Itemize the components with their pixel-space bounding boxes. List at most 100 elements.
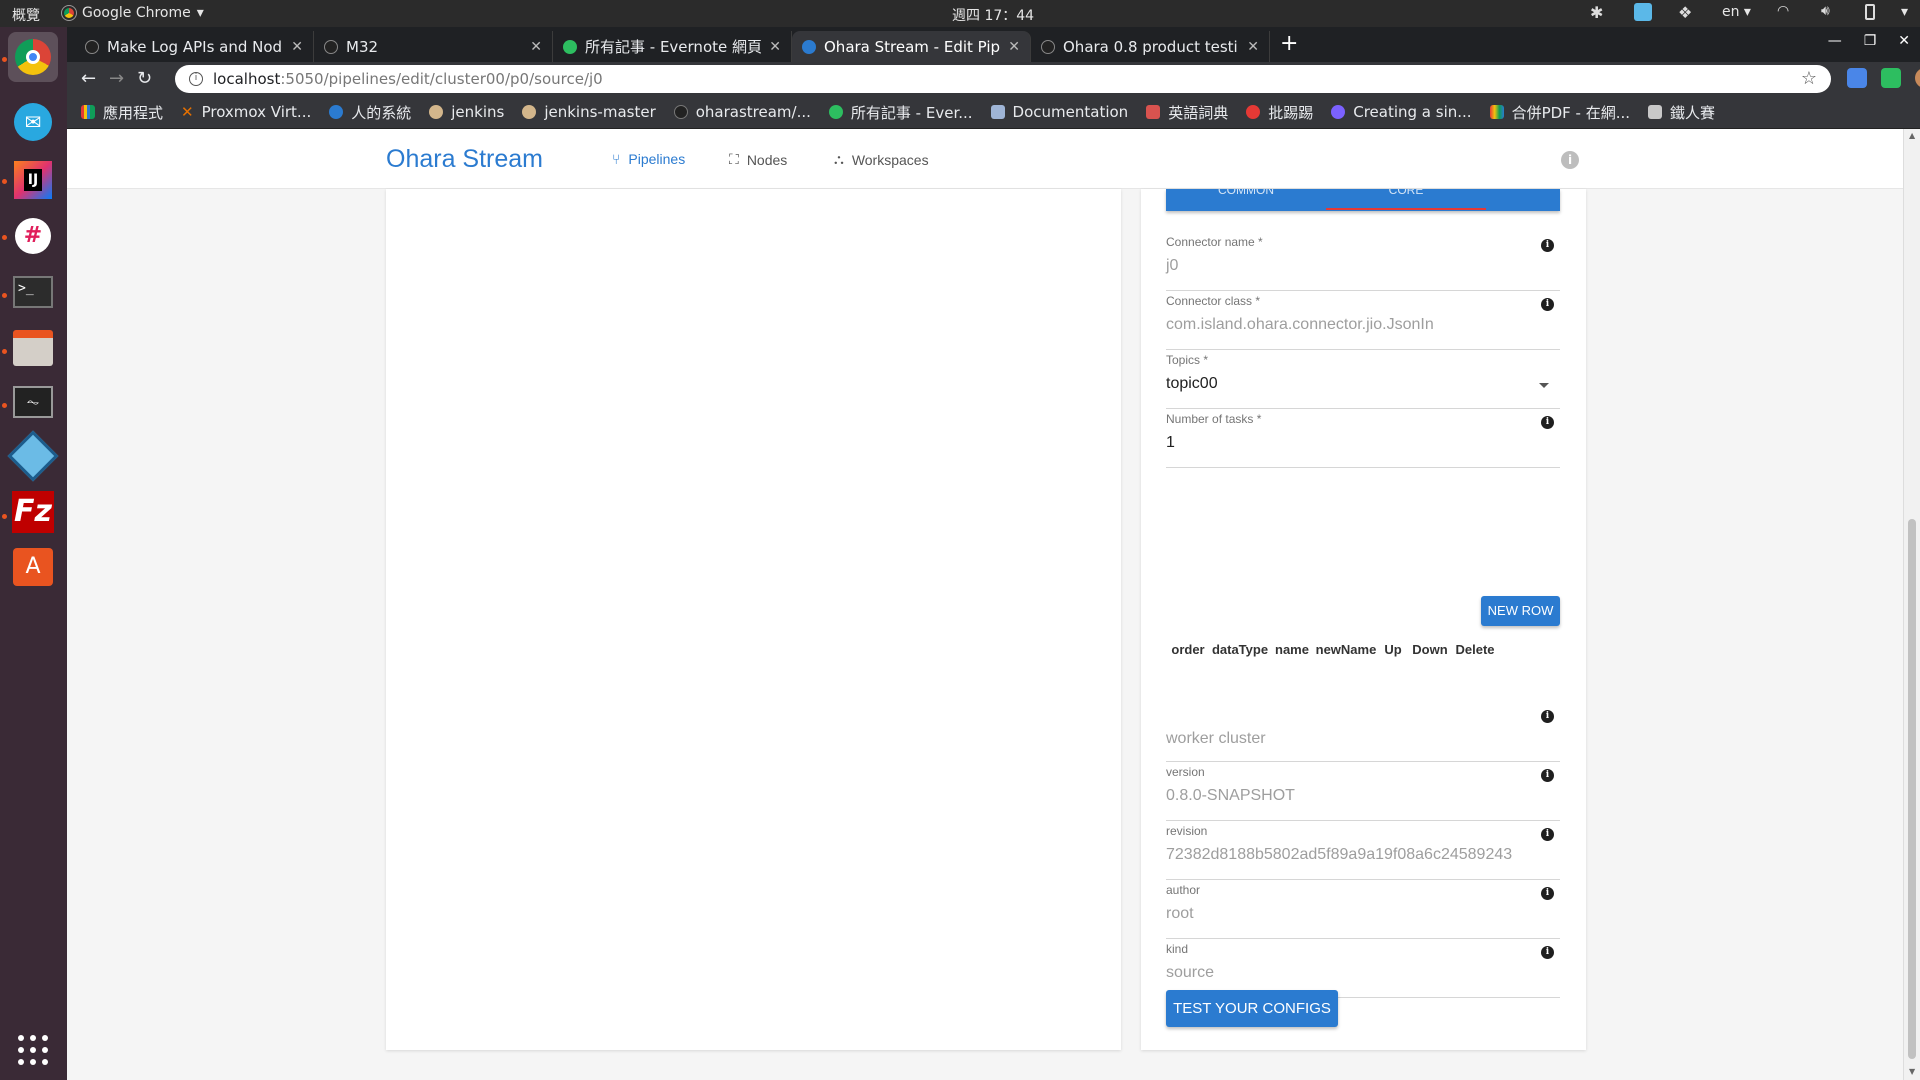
bookmark-item[interactable]: oharastream/... xyxy=(673,103,811,121)
dock-software-center[interactable]: A xyxy=(8,542,58,592)
profile-avatar[interactable] xyxy=(1915,68,1920,88)
test-configs-button[interactable]: TEST YOUR CONFIGS xyxy=(1166,990,1338,1027)
dropdown-caret-icon[interactable] xyxy=(1539,383,1549,388)
info-icon[interactable]: i xyxy=(1561,151,1579,169)
dock-chrome[interactable] xyxy=(8,32,58,82)
number-of-tasks-field[interactable]: Number of tasks * 1 i xyxy=(1166,412,1560,468)
tab-common[interactable]: COMMON xyxy=(1166,189,1326,197)
bookmark-item[interactable]: 英語詞典 xyxy=(1146,102,1228,123)
maximize-icon[interactable]: ❐ xyxy=(1864,33,1877,49)
field-value: topic00 xyxy=(1166,375,1218,392)
author-field[interactable]: author root i xyxy=(1166,883,1560,939)
wifi-icon[interactable]: ◠ xyxy=(1777,3,1795,21)
bookmark-item[interactable]: Documentation xyxy=(990,103,1128,121)
field-label: Connector name * xyxy=(1166,235,1263,249)
language-indicator[interactable]: en ▾ xyxy=(1722,4,1751,20)
dock-intellij[interactable]: IJ xyxy=(8,155,58,205)
info-icon[interactable]: i xyxy=(1541,946,1554,959)
dock-system-monitor[interactable]: ⏦ xyxy=(8,377,58,427)
version-field[interactable]: version 0.8.0-SNAPSHOT i xyxy=(1166,765,1560,821)
clock[interactable]: 週四 17：44 xyxy=(952,5,1034,25)
power-menu-icon[interactable]: ▾ xyxy=(1901,4,1908,20)
field-label: Number of tasks * xyxy=(1166,412,1262,426)
scroll-down-icon[interactable]: ▼ xyxy=(1909,1067,1915,1076)
close-icon[interactable]: ✕ xyxy=(1247,39,1259,55)
bookmark-item[interactable]: 人的系統 xyxy=(329,102,411,123)
nav-pipelines[interactable]: ⑂ Pipelines xyxy=(612,151,685,167)
info-icon[interactable]: i xyxy=(1541,239,1554,252)
info-icon[interactable]: i xyxy=(1541,828,1554,841)
running-indicator xyxy=(2,179,7,184)
bookmark-item[interactable]: ✕ Proxmox Virt... xyxy=(181,103,311,121)
brand-logo[interactable]: Ohara Stream xyxy=(386,145,543,174)
nav-workspaces[interactable]: ⛬ Workspaces xyxy=(834,151,929,168)
info-icon[interactable]: i xyxy=(1541,416,1554,429)
revision-field[interactable]: revision 72382d8188b5802ad5f89a9a19f08a6… xyxy=(1166,824,1560,880)
translate-extension-icon[interactable] xyxy=(1847,68,1867,88)
close-icon[interactable]: ✕ xyxy=(291,39,303,55)
bookmark-item[interactable]: 鐵人賽 xyxy=(1648,102,1715,123)
close-window-icon[interactable]: ✕ xyxy=(1898,33,1910,49)
bookmark-item[interactable]: 批踢踢 xyxy=(1246,102,1313,123)
scroll-up-icon[interactable]: ▲ xyxy=(1909,131,1915,140)
dock-virtualbox[interactable] xyxy=(7,430,59,482)
browser-tab[interactable]: Make Log APIs and Node A ✕ xyxy=(75,31,314,62)
dock-mail[interactable]: ✉ xyxy=(8,97,58,147)
bookmark-item[interactable]: 應用程式 xyxy=(81,102,163,123)
new-tab-button[interactable]: + xyxy=(1280,31,1298,56)
pipeline-graph-canvas[interactable] xyxy=(386,189,1121,1050)
bookmark-item[interactable]: 合併PDF - 在網... xyxy=(1489,102,1630,123)
back-icon[interactable]: ← xyxy=(81,68,96,89)
info-icon[interactable]: i xyxy=(1541,887,1554,900)
slack-icon: # xyxy=(15,218,51,254)
info-icon[interactable]: i xyxy=(1541,710,1554,723)
slack-tray-icon[interactable]: ✱ xyxy=(1590,3,1608,22)
minimize-icon[interactable]: — xyxy=(1828,33,1842,49)
info-icon[interactable]: i xyxy=(189,72,203,86)
activities-button[interactable]: 概覽 xyxy=(12,5,40,25)
new-row-button[interactable]: NEW ROW xyxy=(1481,596,1560,626)
doc-icon xyxy=(990,105,1005,119)
terminal-icon: >_ xyxy=(13,276,53,308)
dock-terminal[interactable]: >_ xyxy=(8,267,58,317)
forward-icon[interactable]: → xyxy=(109,68,124,89)
reload-icon[interactable]: ↻ xyxy=(137,68,152,89)
info-icon[interactable]: i xyxy=(1541,769,1554,782)
close-icon[interactable]: ✕ xyxy=(1008,39,1020,55)
window-tray-icon[interactable] xyxy=(1633,3,1652,21)
worker-cluster-field[interactable]: worker cluster i xyxy=(1166,706,1560,762)
dropbox-icon[interactable]: ❖ xyxy=(1678,3,1696,22)
show-applications-button[interactable] xyxy=(8,1025,58,1075)
field-label: revision xyxy=(1166,824,1208,838)
browser-tab[interactable]: Ohara 0.8 product testing ✕ xyxy=(1031,31,1270,62)
browser-tab-active[interactable]: Ohara Stream - Edit Pipeli ✕ xyxy=(792,31,1031,62)
close-icon[interactable]: ✕ xyxy=(769,39,781,55)
github-icon xyxy=(85,39,99,54)
bookmark-item[interactable]: 所有記事 - Ever... xyxy=(828,102,973,123)
connector-name-field[interactable]: Connector name * j0 i xyxy=(1166,235,1560,291)
nav-nodes[interactable]: ⛶ Nodes xyxy=(729,151,787,168)
page-scrollbar[interactable]: ▲ ▼ xyxy=(1903,129,1920,1080)
bookmark-item[interactable]: jenkins xyxy=(429,103,504,121)
dock-filezilla[interactable]: Fz xyxy=(8,487,58,537)
bookmark-item[interactable]: jenkins-master xyxy=(522,103,656,121)
connector-class-field[interactable]: Connector class * com.island.ohara.conne… xyxy=(1166,294,1560,350)
browser-tab[interactable]: M32 ✕ xyxy=(314,31,553,62)
browser-tab[interactable]: 所有記事 - Evernote 網頁版 ✕ xyxy=(553,31,792,62)
scrollbar-thumb[interactable] xyxy=(1908,519,1916,1059)
battery-icon[interactable] xyxy=(1864,4,1875,20)
field-value: source xyxy=(1166,964,1215,981)
info-icon[interactable]: i xyxy=(1541,298,1554,311)
app-menu[interactable]: Google Chrome ▾ xyxy=(61,5,204,21)
bookmark-star-icon[interactable]: ☆ xyxy=(1801,68,1817,89)
bookmark-item[interactable]: Creating a sin... xyxy=(1331,103,1472,121)
dock-slack[interactable]: # xyxy=(8,211,58,261)
wechat-extension-icon[interactable] xyxy=(1881,68,1901,88)
tab-core[interactable]: CORE xyxy=(1326,189,1486,197)
dock-files[interactable] xyxy=(8,323,58,373)
topics-select[interactable]: Topics * topic00 xyxy=(1166,353,1560,409)
close-icon[interactable]: ✕ xyxy=(530,39,542,55)
volume-icon[interactable]: 🔊︎ xyxy=(1821,3,1839,21)
address-bar[interactable]: i localhost:5050/pipelines/edit/cluster0… xyxy=(175,65,1831,93)
workspaces-icon: ⛬ xyxy=(834,151,844,167)
